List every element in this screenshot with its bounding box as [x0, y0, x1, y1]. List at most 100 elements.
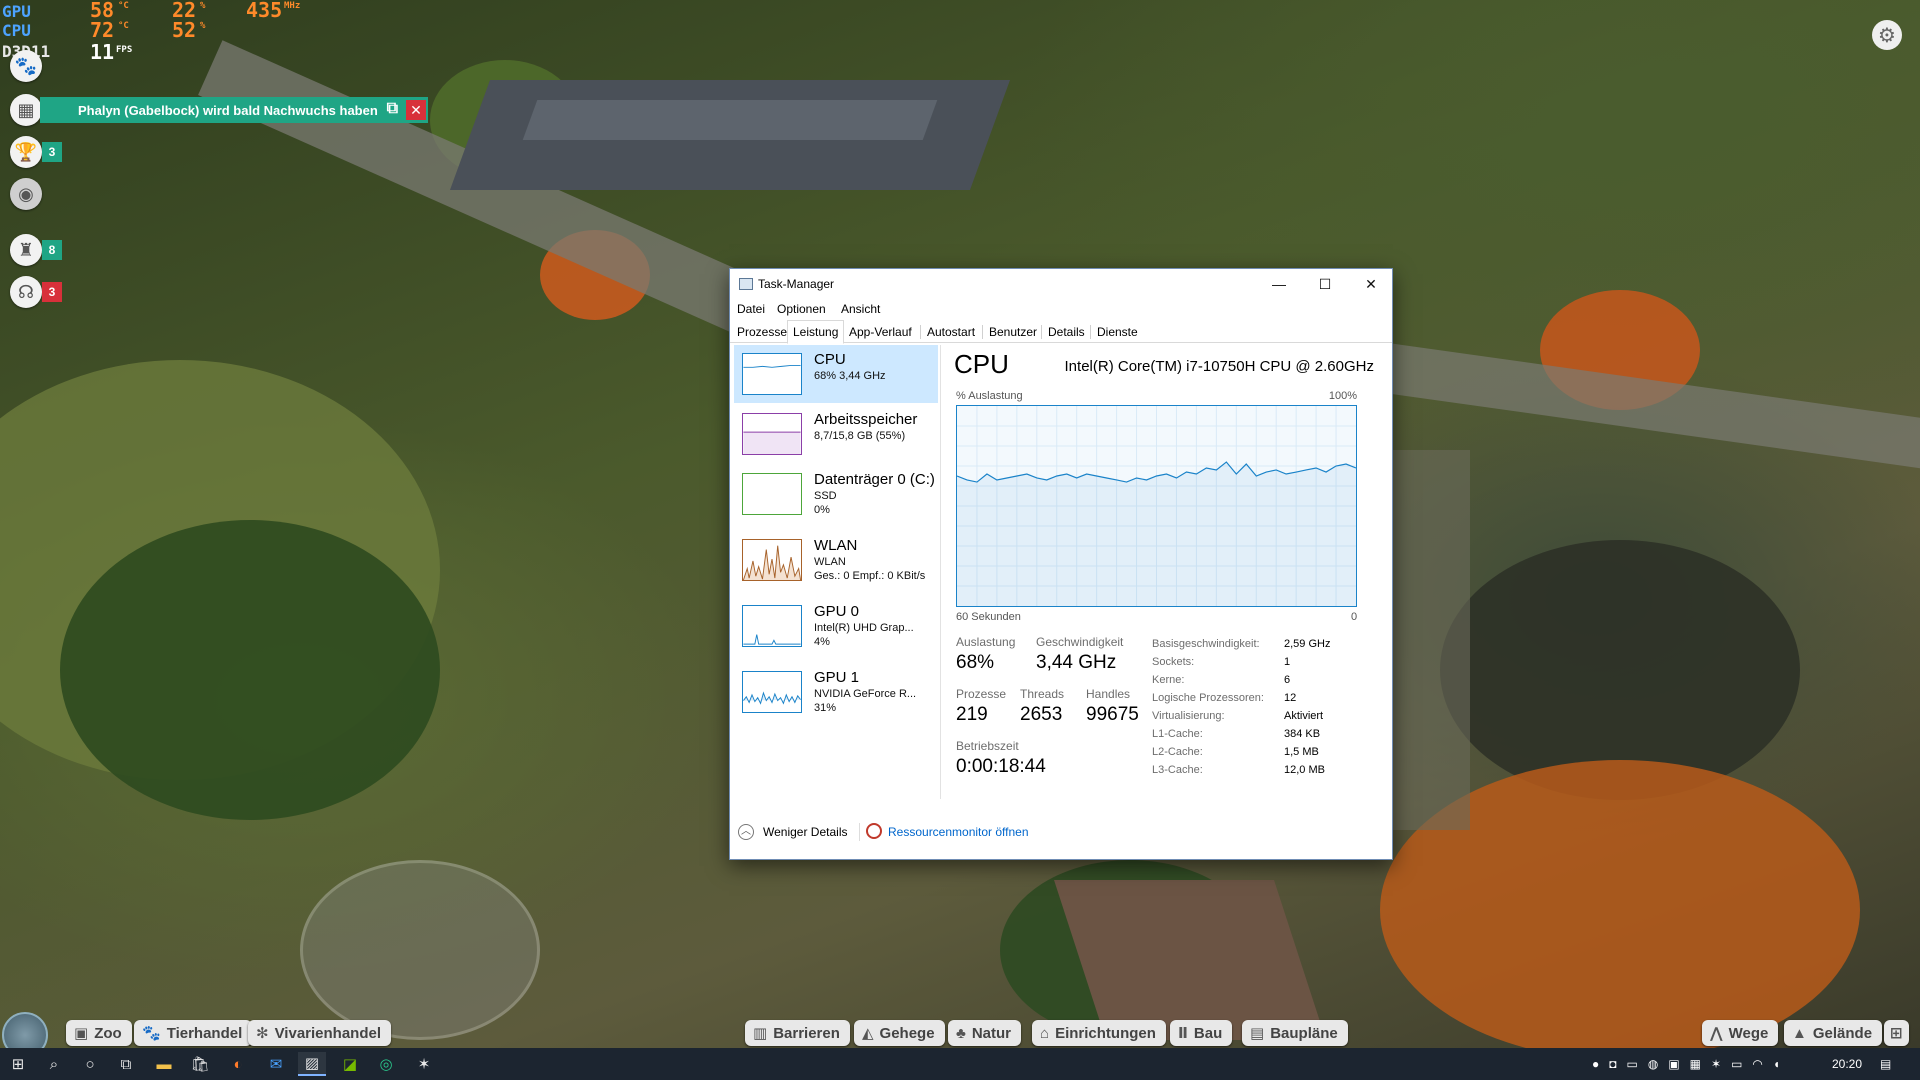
- detail-label: Logische Prozessoren:: [1152, 692, 1264, 704]
- close-button[interactable]: ✕: [1348, 269, 1394, 299]
- tab-dienste[interactable]: Dienste: [1092, 321, 1143, 343]
- monitor-tray-icon[interactable]: ▭: [1627, 1057, 1638, 1071]
- tierhandel-button[interactable]: 🐾 Tierhandel: [134, 1020, 253, 1046]
- menu-ansicht[interactable]: Ansicht: [841, 302, 880, 316]
- resource-item-gpu1[interactable]: GPU 1 NVIDIA GeForce R... 31%: [734, 663, 938, 721]
- windows-start-icon[interactable]: ⊞: [4, 1052, 32, 1076]
- headset-tray-icon[interactable]: ◘: [1609, 1057, 1616, 1071]
- settings-gear-icon[interactable]: ⚙: [1872, 20, 1902, 50]
- terrain-tools-button[interactable]: ⊞: [1884, 1020, 1909, 1046]
- task-manager-window[interactable]: Task-Manager — ☐ ✕ Datei Optionen Ansich…: [729, 268, 1393, 860]
- resource-subtitle: 8,7/15,8 GB (55%): [814, 430, 906, 442]
- trophy-icon[interactable]: 🏆: [10, 136, 42, 168]
- fewer-details-link[interactable]: Weniger Details: [763, 825, 847, 839]
- menu-optionen[interactable]: Optionen: [777, 302, 826, 316]
- resource-item-wlan[interactable]: WLAN WLAN Ges.: 0 Empf.: 0 KBit/s: [734, 531, 938, 589]
- notification-center-icon[interactable]: ▤: [1880, 1048, 1891, 1080]
- resource-title: WLAN: [814, 537, 858, 554]
- xbox-icon[interactable]: ◎: [372, 1052, 400, 1076]
- pillar-icon: Ⅱ: [1178, 1025, 1188, 1042]
- wifi-icon[interactable]: ◠: [1752, 1057, 1762, 1071]
- resource-list: CPU 68% 3,44 GHz Arbeitsspeicher 8,7/15,…: [730, 345, 941, 799]
- stat-betriebszeit: 0:00:18:44: [956, 756, 1046, 777]
- nvidia-tray-icon[interactable]: ●: [1592, 1057, 1599, 1071]
- game-taskbar-icon[interactable]: ✶: [410, 1052, 438, 1076]
- cortana-icon[interactable]: ○: [76, 1052, 104, 1076]
- volume-icon[interactable]: ◖: [1773, 1057, 1780, 1071]
- minimize-button[interactable]: —: [1256, 269, 1302, 299]
- mail-icon[interactable]: ✉: [262, 1052, 290, 1076]
- detail-label: L3-Cache:: [1152, 764, 1203, 776]
- detail-value: 12,0 MB: [1284, 764, 1325, 776]
- resource-item-cpu[interactable]: CPU 68% 3,44 GHz: [734, 345, 938, 403]
- zoo-button[interactable]: ▣ Zoo: [66, 1020, 132, 1046]
- resource-monitor-link[interactable]: Ressourcenmonitor öffnen: [888, 825, 1029, 839]
- menu-datei[interactable]: Datei: [737, 302, 765, 316]
- cpu-label: CPU: [2, 21, 31, 40]
- detail-label: Virtualisierung:: [1152, 710, 1225, 722]
- bauplaene-label: Baupläne: [1270, 1024, 1338, 1042]
- cpu-mini-graph: [742, 353, 802, 395]
- close-notification-icon[interactable]: ✕: [406, 100, 426, 120]
- firefox-icon[interactable]: ◐: [224, 1052, 252, 1076]
- steam-tray-icon[interactable]: ◍: [1648, 1057, 1658, 1071]
- barrieren-button[interactable]: ▥ Barrieren: [745, 1020, 850, 1046]
- battery-icon[interactable]: ▭: [1731, 1057, 1742, 1071]
- nvidia-icon[interactable]: ◪: [336, 1052, 364, 1076]
- tab-prozesse[interactable]: Prozesse: [732, 321, 792, 343]
- resource-item-gpu0[interactable]: GPU 0 Intel(R) UHD Grap... 4%: [734, 597, 938, 655]
- resource-monitor-icon: [866, 823, 882, 839]
- task-view-icon[interactable]: ⧉: [112, 1052, 140, 1076]
- gpu-label: GPU: [2, 2, 31, 21]
- resource-subtitle: 68% 3,44 GHz: [814, 370, 886, 382]
- taskmanager-taskbar-icon[interactable]: ▨: [298, 1052, 326, 1076]
- natur-button[interactable]: ♣ Natur: [948, 1020, 1022, 1046]
- title-bar[interactable]: Task-Manager — ☐ ✕: [730, 269, 1392, 299]
- wege-button[interactable]: ⋀ Wege: [1702, 1020, 1779, 1046]
- tab-details[interactable]: Details: [1043, 321, 1090, 343]
- guest-icon[interactable]: ☊: [10, 276, 42, 308]
- bau-label: Bau: [1193, 1024, 1223, 1042]
- paw-icon: 🐾: [142, 1025, 161, 1042]
- game-tray-icon[interactable]: ✶: [1711, 1057, 1721, 1071]
- detail-value: Aktiviert: [1284, 710, 1324, 722]
- search-icon[interactable]: ⌕: [40, 1052, 68, 1076]
- app-tray-icon[interactable]: ▣: [1668, 1057, 1679, 1071]
- vivarienhandel-button[interactable]: ✻ Vivarienhandel: [248, 1020, 392, 1046]
- bauplaene-button[interactable]: ▤ Baupläne: [1242, 1020, 1348, 1046]
- tree-icon: ♣: [956, 1024, 966, 1042]
- resource-item-disk[interactable]: Datenträger 0 (C:) SSD 0%: [734, 465, 938, 523]
- cpu-detail-panel: CPU Intel(R) Core(TM) i7-10750H CPU @ 2.…: [954, 345, 1384, 799]
- einrichtungen-button[interactable]: ⌂ Einrichtungen: [1032, 1020, 1166, 1046]
- resource-subtitle: Intel(R) UHD Grap...: [814, 622, 914, 634]
- tab-leistung[interactable]: Leistung: [787, 320, 845, 344]
- external-link-icon[interactable]: ⧉: [387, 100, 398, 118]
- maximize-button[interactable]: ☐: [1302, 269, 1348, 299]
- bau-button[interactable]: Ⅱ Bau: [1170, 1020, 1233, 1046]
- tab-separator: [982, 325, 983, 339]
- zoo-icon: ▣: [74, 1025, 89, 1042]
- gehege-button[interactable]: ◭ Gehege: [854, 1020, 945, 1046]
- eye-icon[interactable]: ◉: [10, 178, 42, 210]
- resource-item-memory[interactable]: Arbeitsspeicher 8,7/15,8 GB (55%): [734, 405, 938, 463]
- keeper-icon[interactable]: ♜: [10, 234, 42, 266]
- paw-icon[interactable]: 🐾: [10, 50, 42, 82]
- detail-label: L1-Cache:: [1152, 728, 1203, 740]
- gelaende-button[interactable]: ▲ Gelände: [1784, 1020, 1883, 1046]
- fence-icon: ▥: [753, 1025, 768, 1042]
- notification-banner[interactable]: Phalyn (Gabelbock) wird bald Nachwuchs h…: [40, 97, 428, 123]
- file-explorer-icon[interactable]: ▬: [150, 1052, 178, 1076]
- tab-benutzer[interactable]: Benutzer: [984, 321, 1042, 343]
- tab-app-verlauf[interactable]: App-Verlauf: [844, 321, 917, 343]
- chevron-up-icon[interactable]: ︿: [738, 824, 754, 840]
- store-icon[interactable]: 🛍: [186, 1052, 214, 1076]
- fps-unit: FPS: [116, 45, 133, 55]
- cpu-usage-area: [957, 462, 1356, 606]
- panel-heading: CPU: [954, 349, 1009, 379]
- clock[interactable]: 20:20: [1832, 1048, 1862, 1080]
- network-tray-icon[interactable]: ▦: [1690, 1057, 1701, 1071]
- tab-autostart[interactable]: Autostart: [922, 321, 980, 343]
- facility-icon: ⌂: [1040, 1024, 1050, 1042]
- calendar-icon[interactable]: ▦: [10, 94, 42, 126]
- system-tray: ● ◘ ▭ ◍ ▣ ▦ ✶ ▭ ◠ ◖: [1592, 1048, 1780, 1080]
